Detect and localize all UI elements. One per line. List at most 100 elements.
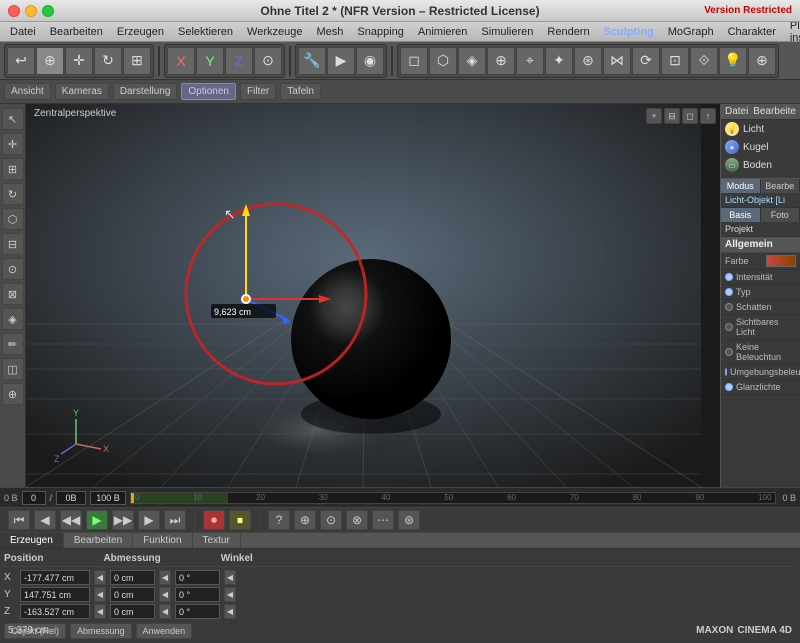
tl-current-input[interactable] bbox=[22, 491, 46, 505]
tb2-kameras[interactable]: Kameras bbox=[55, 83, 109, 100]
pb-prev-frame[interactable]: ◀ bbox=[34, 510, 56, 530]
tb-render2[interactable]: ◉ bbox=[356, 47, 384, 75]
coord-z-size-arrow[interactable]: ◀ bbox=[159, 604, 171, 619]
tb2-filter[interactable]: Filter bbox=[240, 83, 276, 100]
tb-obj5[interactable]: ⌖ bbox=[516, 47, 544, 75]
coord-x-pos-arrow[interactable]: ◀ bbox=[94, 570, 106, 585]
pb-record[interactable]: ⏺ bbox=[203, 510, 225, 530]
tb-obj12[interactable]: 💡 bbox=[719, 47, 747, 75]
props-subtab-basis[interactable]: Basis bbox=[721, 208, 761, 222]
pb-next-key[interactable]: ▶▶ bbox=[112, 510, 134, 530]
pb-key-btn1[interactable]: ? bbox=[268, 510, 290, 530]
tb-scale[interactable]: ⊞ bbox=[123, 47, 151, 75]
pb-next-frame[interactable]: ▶ bbox=[138, 510, 160, 530]
menu-animieren[interactable]: Animieren bbox=[412, 24, 474, 40]
coord-z-pos[interactable] bbox=[20, 604, 90, 619]
menu-werkzeuge[interactable]: Werkzeuge bbox=[241, 24, 308, 40]
tb-obj13[interactable]: ⊕ bbox=[748, 47, 776, 75]
tb2-darstellung[interactable]: Darstellung bbox=[113, 83, 178, 100]
tb-snap[interactable]: 🔧 bbox=[298, 47, 326, 75]
coord-z-pos-arrow[interactable]: ◀ bbox=[94, 604, 106, 619]
menu-datei[interactable]: Datei bbox=[4, 24, 42, 40]
menu-charakter[interactable]: Charakter bbox=[722, 24, 782, 40]
pb-stop-record[interactable]: ⏹ bbox=[229, 510, 251, 530]
tb-obj8[interactable]: ⋈ bbox=[603, 47, 631, 75]
lp-poly[interactable]: ⬡ bbox=[2, 208, 24, 230]
tb-obj11[interactable]: ⟐ bbox=[690, 47, 718, 75]
menu-simulieren[interactable]: Simulieren bbox=[475, 24, 539, 40]
pb-key-btn2[interactable]: ⊕ bbox=[294, 510, 316, 530]
coord-x-angle-arrow[interactable]: ◀ bbox=[224, 570, 236, 585]
coord-x-angle[interactable] bbox=[175, 570, 220, 585]
menu-rendern[interactable]: Rendern bbox=[541, 24, 595, 40]
tb-obj2[interactable]: ⬡ bbox=[429, 47, 457, 75]
minimize-button[interactable] bbox=[25, 5, 37, 17]
vp-btn-3[interactable]: ◻ bbox=[682, 108, 698, 124]
tl-frame-input[interactable] bbox=[56, 491, 86, 505]
lp-point[interactable]: ⊙ bbox=[2, 258, 24, 280]
timeline-bar[interactable]: 010203040 5060708090100 bbox=[130, 492, 776, 504]
obj-light-item[interactable]: 💡 Licht bbox=[721, 120, 800, 138]
menu-selektieren[interactable]: Selektieren bbox=[172, 24, 239, 40]
tb-undo[interactable]: ↩ bbox=[7, 47, 35, 75]
menu-erzeugen[interactable]: Erzeugen bbox=[111, 24, 170, 40]
pb-to-end[interactable]: ⏭ bbox=[164, 510, 186, 530]
tb-obj1[interactable]: ◻ bbox=[400, 47, 428, 75]
coord-z-size[interactable] bbox=[110, 604, 155, 619]
pb-prev-key[interactable]: ◀◀ bbox=[60, 510, 82, 530]
tb-obj3[interactable]: ◈ bbox=[458, 47, 486, 75]
tb2-optionen[interactable]: Optionen bbox=[181, 83, 236, 100]
coord-z-angle[interactable] bbox=[175, 604, 220, 619]
menu-mesh[interactable]: Mesh bbox=[310, 24, 349, 40]
pb-key-btn4[interactable]: ⊗ bbox=[346, 510, 368, 530]
tb-z-axis[interactable]: Z bbox=[225, 47, 253, 75]
lp-scale[interactable]: ⊞ bbox=[2, 158, 24, 180]
pb-key-btn5[interactable]: ⋯ bbox=[372, 510, 394, 530]
tb-obj7[interactable]: ⊛ bbox=[574, 47, 602, 75]
tb-x-axis[interactable]: X bbox=[167, 47, 195, 75]
tb-y-axis[interactable]: Y bbox=[196, 47, 224, 75]
bt-funktion[interactable]: Funktion bbox=[133, 533, 192, 548]
pb-play[interactable]: ▶ bbox=[86, 510, 108, 530]
menu-sculpting[interactable]: Sculpting bbox=[598, 24, 660, 40]
obj-floor-item[interactable]: ▭ Boden bbox=[721, 156, 800, 174]
lp-brush[interactable]: ✏ bbox=[2, 333, 24, 355]
tb-obj10[interactable]: ⊡ bbox=[661, 47, 689, 75]
tb2-ansicht[interactable]: Ansicht bbox=[4, 83, 51, 100]
vp-btn-4[interactable]: ↑ bbox=[700, 108, 716, 124]
viewport[interactable]: Zentralperspektive + ⊟ ◻ ↑ bbox=[26, 104, 720, 487]
lp-rotate[interactable]: ↻ bbox=[2, 183, 24, 205]
coord-x-pos[interactable] bbox=[20, 570, 90, 585]
lp-uv[interactable]: ⊠ bbox=[2, 283, 24, 305]
lp-move[interactable]: ✛ bbox=[2, 133, 24, 155]
props-tab-modus[interactable]: Modus bbox=[721, 179, 761, 193]
tb-object-coord[interactable]: ⊙ bbox=[254, 47, 282, 75]
pb-to-start[interactable]: ⏮ bbox=[8, 510, 30, 530]
coord-x-size[interactable] bbox=[110, 570, 155, 585]
menu-mograph[interactable]: MoGraph bbox=[662, 24, 720, 40]
menu-snapping[interactable]: Snapping bbox=[351, 24, 410, 40]
tb-obj4[interactable]: ⊕ bbox=[487, 47, 515, 75]
tl-range-end-input[interactable] bbox=[90, 491, 126, 505]
pb-key-btn3[interactable]: ⊙ bbox=[320, 510, 342, 530]
lp-magnet[interactable]: ◈ bbox=[2, 308, 24, 330]
props-tab-bearbeite[interactable]: Bearbe bbox=[761, 179, 800, 193]
tb-select[interactable]: ⊕ bbox=[36, 47, 64, 75]
tb-obj9[interactable]: ⟳ bbox=[632, 47, 660, 75]
tb-obj6[interactable]: ✦ bbox=[545, 47, 573, 75]
props-color-swatch[interactable] bbox=[766, 255, 796, 267]
tb-move[interactable]: ✛ bbox=[65, 47, 93, 75]
lp-axis[interactable]: ⊕ bbox=[2, 383, 24, 405]
tb-render[interactable]: ▶ bbox=[327, 47, 355, 75]
coord-x-size-arrow[interactable]: ◀ bbox=[159, 570, 171, 585]
obj-sphere-item[interactable]: ● Kugel bbox=[721, 138, 800, 156]
maximize-button[interactable] bbox=[42, 5, 54, 17]
bt-textur[interactable]: Textur bbox=[193, 533, 241, 548]
menu-bearbeiten[interactable]: Bearbeiten bbox=[44, 24, 109, 40]
lp-pointer[interactable]: ↖ bbox=[2, 108, 24, 130]
tb-rotate[interactable]: ↻ bbox=[94, 47, 122, 75]
coord-size-btn[interactable]: Abmessung bbox=[70, 623, 132, 639]
lp-mirror[interactable]: ◫ bbox=[2, 358, 24, 380]
vp-btn-1[interactable]: + bbox=[646, 108, 662, 124]
vp-btn-2[interactable]: ⊟ bbox=[664, 108, 680, 124]
